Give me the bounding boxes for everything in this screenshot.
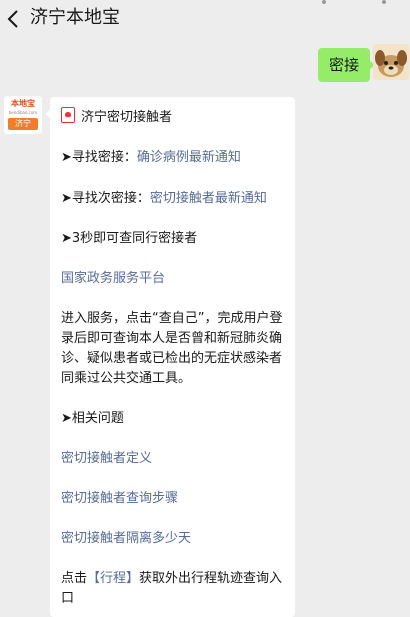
avatar-domain: bendibao.com [8, 110, 38, 115]
related-link-quarantine[interactable]: 密切接触者隔离多少天 [61, 529, 191, 549]
chat-title: 济宁本地宝 [30, 7, 120, 28]
avatar-city: 济宁 [8, 118, 38, 130]
outgoing-message-text: 密接 [329, 56, 360, 74]
dog-avatar-icon [373, 44, 409, 80]
incoming-message: 济宁密切接触者 ➤寻找密接：确诊病例最新通知 ➤寻找次密接：密切接触者最新通知 … [45, 97, 295, 617]
find-secondary-line: ➤寻找次密接：密切接触者最新通知 [61, 191, 267, 206]
more-icon-dot [382, 0, 386, 4]
top-bar: 济宁本地宝 [0, 0, 410, 40]
bendibao-avatar[interactable]: 本地宝 bendibao.com 济宁 [4, 96, 42, 134]
related-link-definition[interactable]: 密切接触者定义 [61, 449, 152, 469]
outgoing-message[interactable]: 密接 [318, 48, 376, 82]
itinerary-link[interactable]: 【行程】 [87, 571, 139, 586]
avatar-brand: 本地宝 [11, 99, 35, 108]
gov-platform-link[interactable]: 国家政务服务平台 [61, 269, 165, 289]
check-travel-line: ➤3秒即可查同行密接者 [61, 231, 198, 246]
location-pin-icon [61, 107, 75, 123]
close-contact-notice-link[interactable]: 密切接触者最新通知 [150, 191, 267, 206]
service-description: 进入服务，点击“查自己”，完成用户登录后即可查询本人是否曾和新冠肺炎确诊、疑似患… [61, 311, 283, 386]
itinerary-line: 点击【行程】获取外出行程轨迹查询入口 [61, 571, 283, 606]
chevron-left-icon[interactable] [6, 8, 26, 32]
find-contact-line: ➤寻找密接：确诊病例最新通知 [61, 150, 241, 165]
related-link-steps[interactable]: 密切接触者查询步骤 [61, 489, 178, 509]
message-heading: 济宁密切接触者 [61, 107, 172, 128]
more-icon-dot [322, 0, 326, 4]
confirmed-cases-link[interactable]: 确诊病例最新通知 [137, 150, 241, 165]
related-title: ➤相关问题 [61, 411, 124, 426]
user-avatar[interactable] [373, 44, 409, 80]
